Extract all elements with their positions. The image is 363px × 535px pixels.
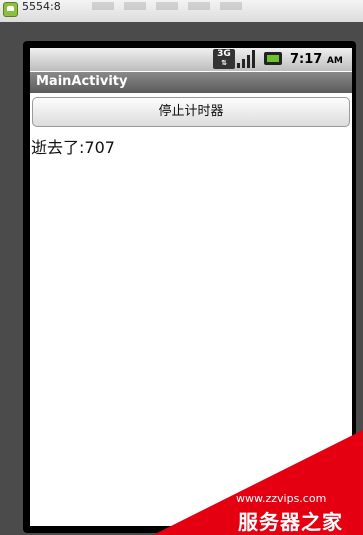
device-screen: 3G ⇅ 7:17 AM MainActivity 停止计时器 逝去了:707 [30,48,352,526]
activity-title: MainActivity [36,74,128,89]
clock-ampm: AM [326,56,343,66]
watermark-brand: 服务器之家 [238,510,343,534]
emulator-title: 5554:8 [22,0,61,13]
signal-strength-icon [236,50,256,68]
stop-timer-button[interactable]: 停止计时器 [32,97,350,127]
watermark-url: www.zzvips.com [236,492,327,505]
activity-titlebar: MainActivity [30,72,352,93]
status-clock: 7:17 AM [290,52,343,67]
elapsed-time-text: 逝去了:707 [31,138,115,157]
emulator-titlebar: 5554:8 [0,0,363,23]
clock-time: 7:17 [290,52,323,67]
network-type: 3G [217,49,231,59]
network-3g-icon: 3G ⇅ [213,49,235,69]
status-bar: 3G ⇅ 7:17 AM [30,48,352,71]
battery-icon [264,52,282,65]
android-emulator-icon [3,2,18,17]
emulator-toolbar [92,2,242,12]
